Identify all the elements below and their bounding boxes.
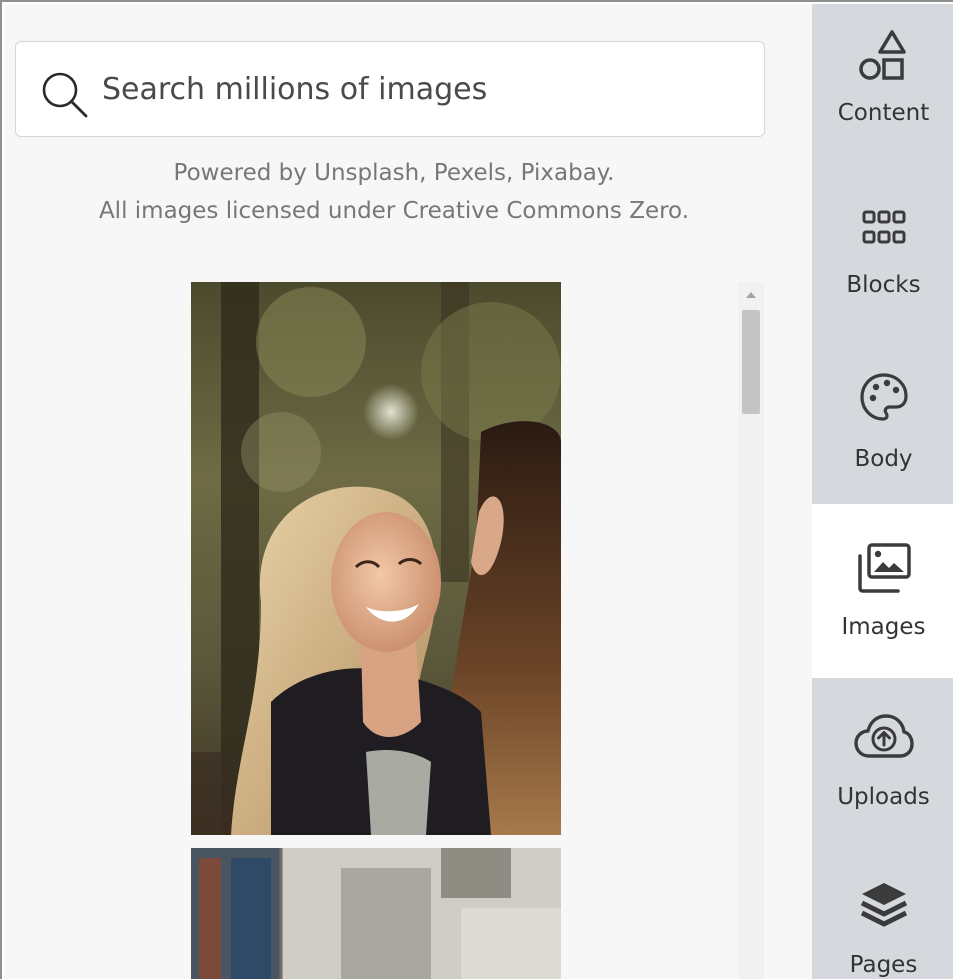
tab-content[interactable]: Content [812, 4, 953, 170]
tab-content-label: Content [837, 100, 930, 126]
tab-pages[interactable]: Pages [812, 848, 953, 979]
results-scrollbar[interactable] [738, 282, 764, 979]
credits-line-1: Powered by Unsplash, Pexels, Pixabay. [173, 160, 615, 186]
tab-pages-label: Pages [849, 952, 918, 978]
editor-frame: Powered by Unsplash, Pexels, Pixabay. Al… [0, 0, 953, 979]
images-panel: Powered by Unsplash, Pexels, Pixabay. Al… [4, 4, 812, 979]
photo-women-smiling [191, 282, 561, 835]
tab-images-label: Images [841, 614, 926, 640]
search-input[interactable] [102, 42, 742, 136]
result-image[interactable] [191, 282, 561, 835]
result-image[interactable] [191, 848, 561, 979]
search-icon [42, 72, 88, 118]
credits-line-2: All images licensed under Creative Commo… [98, 198, 690, 224]
credits-text: Powered by Unsplash, Pexels, Pixabay. Al… [4, 154, 784, 230]
image-results [4, 282, 812, 979]
tab-rail: Content Blocks Body Images Uploads Pages [812, 4, 953, 979]
layers-icon [860, 883, 907, 927]
tab-images[interactable]: Images [812, 504, 953, 678]
grid-icon [862, 210, 905, 244]
tab-body-label: Body [854, 446, 913, 472]
search-box[interactable] [15, 41, 765, 137]
images-icon [857, 543, 911, 593]
tab-body[interactable]: Body [812, 338, 953, 504]
scroll-up-arrow[interactable] [746, 292, 756, 298]
scroll-thumb[interactable] [742, 310, 760, 414]
cloud-upload-icon [853, 714, 914, 758]
shapes-icon [858, 30, 906, 80]
photo-building [191, 848, 561, 979]
tab-uploads-label: Uploads [837, 784, 930, 810]
tab-blocks[interactable]: Blocks [812, 170, 953, 338]
tab-uploads[interactable]: Uploads [812, 678, 953, 848]
tab-blocks-label: Blocks [846, 272, 921, 298]
palette-icon [859, 373, 908, 421]
